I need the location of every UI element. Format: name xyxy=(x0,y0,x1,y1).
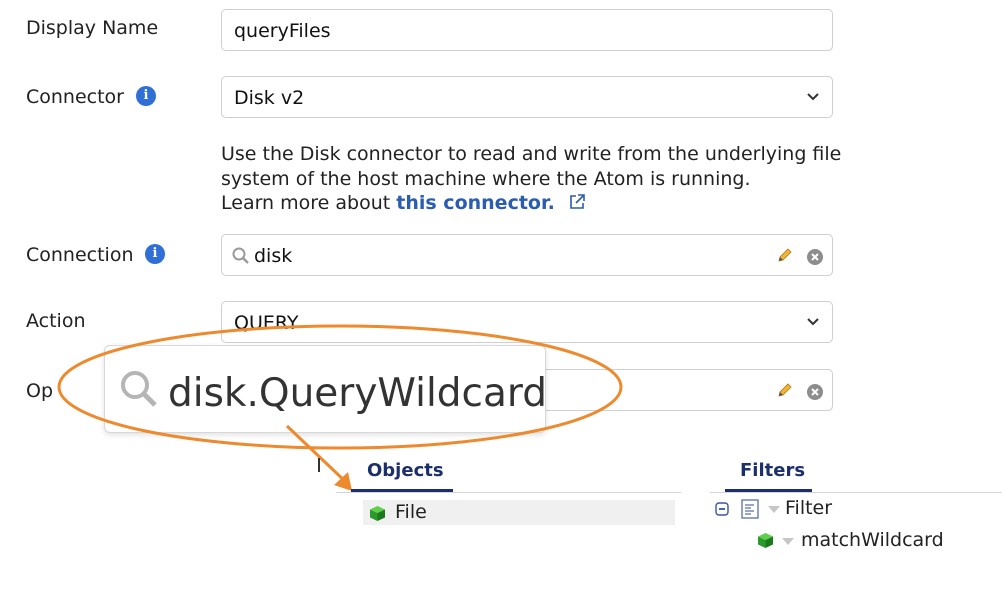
pencil-icon[interactable] xyxy=(776,246,794,264)
tab-objects[interactable]: Objects xyxy=(367,460,444,481)
chevron-down-icon xyxy=(807,318,819,326)
zoomed-operation-value: disk.QueryWildcard xyxy=(168,371,547,416)
objects-divider xyxy=(336,492,681,493)
connector-select[interactable]: Disk v2 xyxy=(221,76,833,118)
connection-label: Connection xyxy=(26,244,134,266)
connection-search-field[interactable]: disk xyxy=(221,234,833,276)
learn-more-line: Learn more about this connector. xyxy=(221,191,841,216)
chevron-down-icon xyxy=(768,506,780,513)
document-icon xyxy=(741,499,759,519)
highlight-arrow xyxy=(285,424,350,486)
connector-doc-link[interactable]: this connector. xyxy=(396,192,555,214)
action-label: Action xyxy=(26,310,86,332)
search-icon xyxy=(232,247,249,264)
chevron-down-icon xyxy=(782,538,794,545)
chevron-down-icon xyxy=(807,93,819,101)
cube-icon xyxy=(758,533,773,548)
filter-group-label: Filter xyxy=(785,497,833,519)
tab-filters[interactable]: Filters xyxy=(740,460,805,481)
display-name-input[interactable]: queryFiles xyxy=(221,9,833,51)
info-icon[interactable]: i xyxy=(136,86,156,106)
learn-more-prefix: Learn more about xyxy=(221,192,397,214)
cube-icon xyxy=(370,506,385,521)
object-file-label: File xyxy=(395,501,427,523)
display-name-label: Display Name xyxy=(26,17,159,39)
action-value: QUERY xyxy=(234,312,299,334)
search-icon xyxy=(121,371,157,407)
cursor-mark xyxy=(318,458,320,472)
filter-item-label: matchWildcard xyxy=(801,529,944,551)
operation-label: Op xyxy=(26,380,54,402)
list-item[interactable]: File xyxy=(363,500,675,525)
connector-description: Use the Disk connector to read and write… xyxy=(221,142,841,216)
connector-value: Disk v2 xyxy=(234,87,305,109)
filter-item-row[interactable]: matchWildcard xyxy=(755,529,1002,555)
filter-group-row[interactable]: Filter xyxy=(715,497,1002,523)
connector-label: Connector xyxy=(26,86,124,108)
collapse-icon[interactable] xyxy=(715,502,729,516)
pencil-icon[interactable] xyxy=(776,381,794,399)
display-name-value: queryFiles xyxy=(234,20,331,42)
description-line-1: Use the Disk connector to read and write… xyxy=(221,143,842,165)
description-line-2: system of the host machine where the Ato… xyxy=(221,167,751,190)
filters-divider xyxy=(710,492,1002,493)
external-link-icon[interactable] xyxy=(567,192,587,212)
info-icon[interactable]: i xyxy=(145,244,165,264)
clear-icon[interactable] xyxy=(806,248,824,266)
highlight-arrow-head xyxy=(334,472,352,491)
clear-icon[interactable] xyxy=(806,383,824,401)
connection-value: disk xyxy=(254,245,293,267)
action-select[interactable]: QUERY xyxy=(221,301,833,343)
